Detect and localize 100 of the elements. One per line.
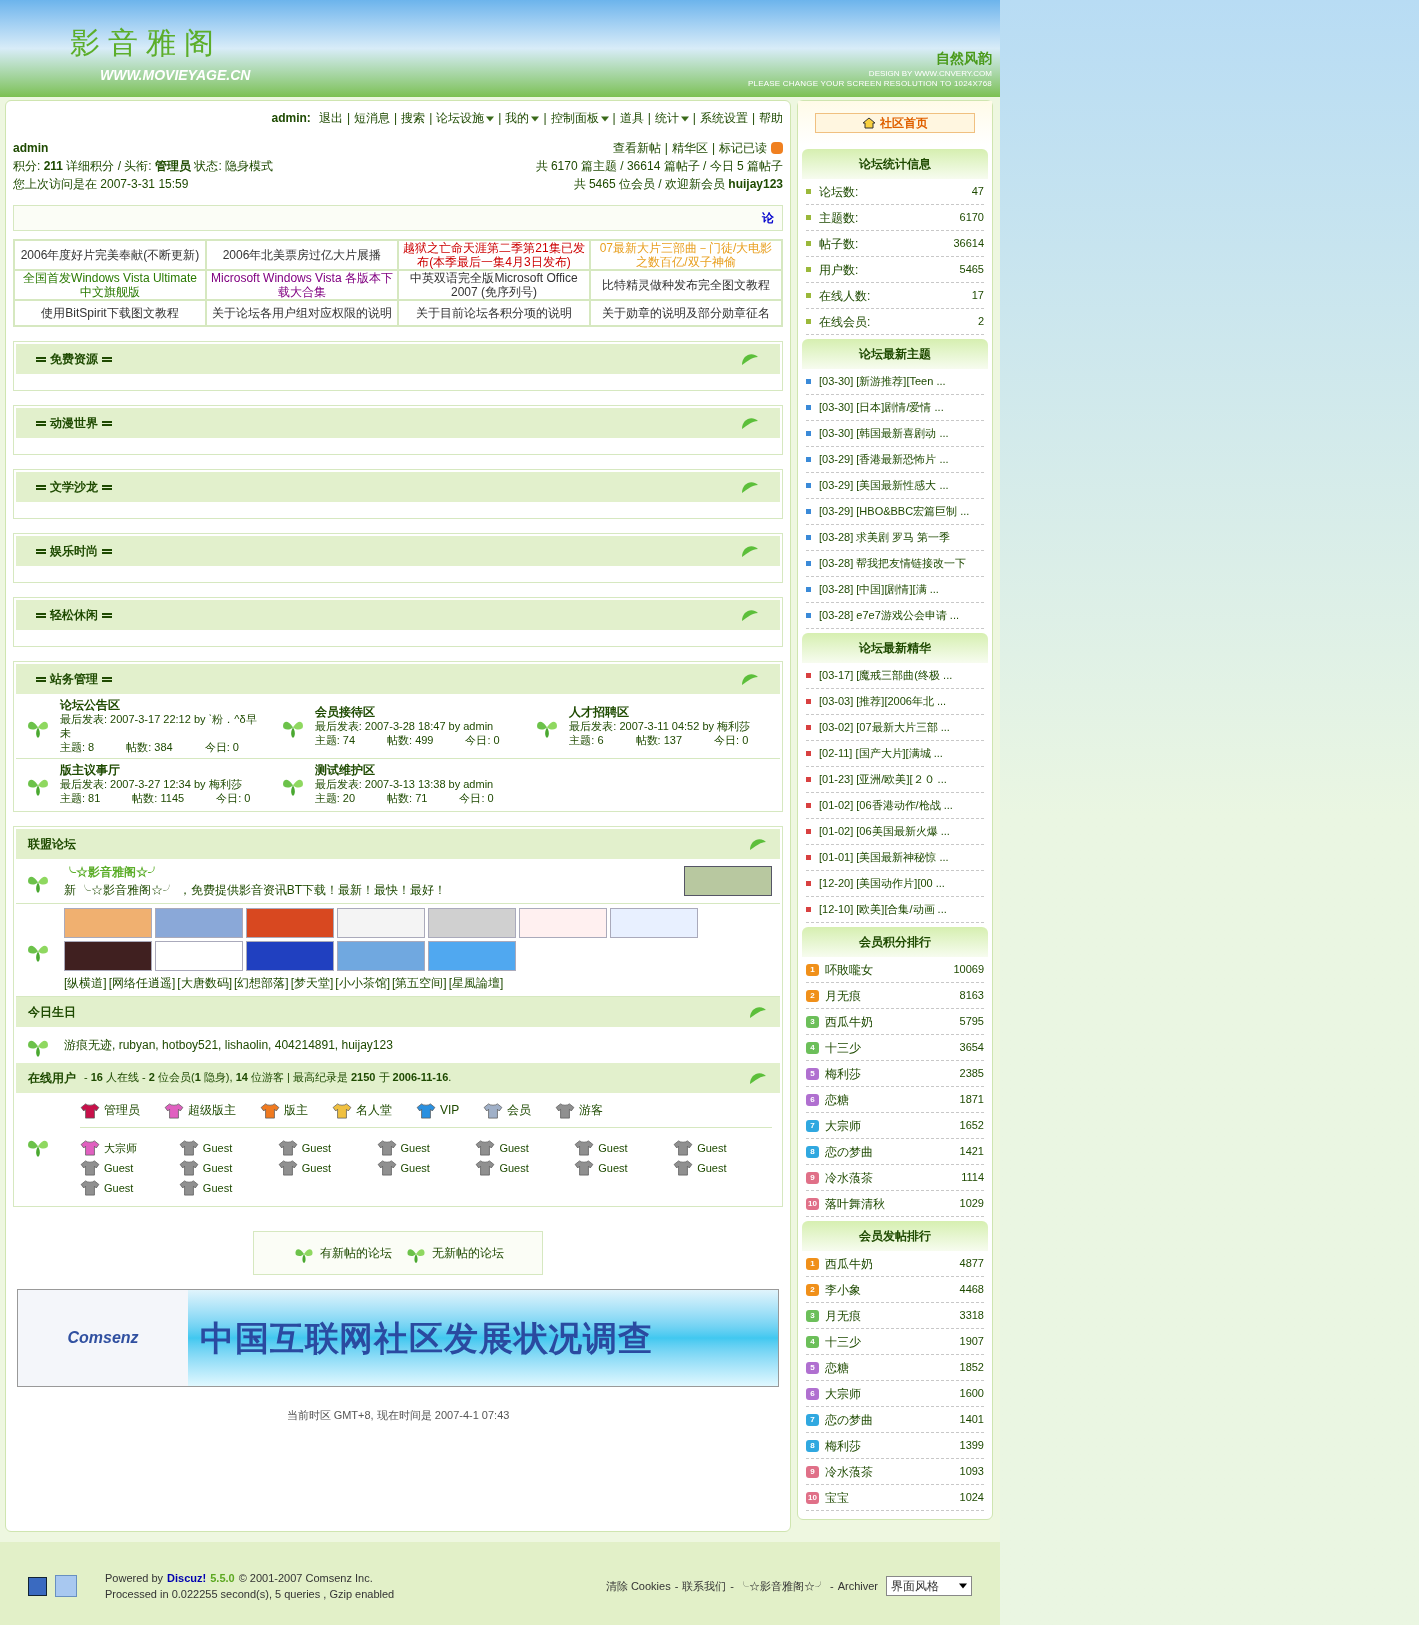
nav-link[interactable]: 搜索 bbox=[401, 109, 426, 127]
rss-icon[interactable] bbox=[771, 142, 783, 154]
online-user[interactable]: Guest bbox=[301, 1139, 332, 1156]
thread-link[interactable]: [03-28] e7e7游戏公会申请 ... bbox=[819, 607, 959, 624]
member-link[interactable]: 西瓜牛奶 bbox=[825, 1254, 873, 1273]
member-link[interactable]: 十三少 bbox=[825, 1038, 861, 1057]
online-user[interactable]: Guest bbox=[598, 1139, 628, 1156]
category-title[interactable]: 文学沙龙 bbox=[50, 478, 98, 496]
member-link[interactable]: 大宗师 bbox=[825, 1116, 861, 1135]
logo-placeholder[interactable] bbox=[684, 866, 772, 896]
survey-banner[interactable]: Comsenz 中国互联网社区发展状况调查 bbox=[17, 1289, 779, 1387]
nav-link[interactable]: 论坛设施 bbox=[436, 109, 495, 127]
thread-link[interactable]: [03-29] [HBO&BBC宏篇巨制 ... bbox=[819, 503, 970, 520]
online-user[interactable]: Guest bbox=[499, 1139, 529, 1156]
thread-link[interactable]: [03-30] [韩国最新喜剧动 ... bbox=[819, 425, 949, 442]
online-user[interactable]: Guest bbox=[400, 1139, 430, 1156]
thread-link[interactable]: [01-02] [06香港动作/枪战 ... bbox=[819, 797, 953, 814]
online-user[interactable]: Guest bbox=[598, 1159, 628, 1176]
footer-link[interactable]: 联系我们 bbox=[682, 1577, 727, 1595]
nav-link[interactable]: 短消息 bbox=[354, 109, 390, 127]
member-link[interactable]: 李小象 bbox=[825, 1280, 861, 1299]
online-user[interactable]: Guest bbox=[697, 1139, 727, 1156]
member-link[interactable]: 吥敗嚨女 bbox=[825, 960, 873, 979]
member-link[interactable]: 宝宝 bbox=[825, 1488, 849, 1507]
online-user[interactable]: Guest bbox=[202, 1159, 233, 1176]
thread-link[interactable]: [03-28] [中国][剧情][满 ... bbox=[819, 581, 939, 598]
thread-link[interactable]: [01-23] [亚洲/欧美][２０ ... bbox=[819, 771, 947, 788]
thread-link[interactable]: [03-28] 帮我把友情链接改一下 bbox=[819, 555, 967, 572]
nav-link[interactable]: 帮助 bbox=[759, 109, 783, 127]
category-title[interactable]: 动漫世界 bbox=[50, 414, 98, 432]
forum-link[interactable]: [幻想部落] bbox=[234, 974, 289, 992]
forum-link[interactable]: [网络任逍遥] bbox=[108, 974, 176, 992]
product-link[interactable]: Discuz! bbox=[167, 1569, 207, 1586]
nav-link[interactable]: 我的 bbox=[505, 109, 540, 127]
forum-link[interactable]: [大唐数码] bbox=[177, 974, 232, 992]
forum-title[interactable]: 会员接待区 bbox=[314, 705, 500, 719]
thread-link[interactable]: [12-20] [美国动作片][00 ... bbox=[819, 875, 945, 892]
forum-title[interactable]: 论坛公告区 bbox=[60, 698, 263, 712]
footer-link[interactable]: 清除 Cookies bbox=[605, 1577, 671, 1595]
online-user[interactable]: Guest bbox=[104, 1159, 134, 1176]
style-select[interactable]: 界面风格 bbox=[886, 1576, 972, 1596]
forum-link[interactable]: [梦天堂] bbox=[290, 974, 334, 992]
forum-link[interactable]: [星風論壇] bbox=[448, 974, 504, 992]
thread-link[interactable]: [03-17] [魔戒三部曲(终极 ... bbox=[819, 667, 953, 684]
forum-link[interactable]: [小小茶馆] bbox=[335, 974, 391, 992]
member-link[interactable]: 梅利莎 bbox=[825, 1064, 861, 1083]
thread-link[interactable]: [03-02] [07最新大片三部 ... bbox=[819, 719, 950, 736]
member-link[interactable]: 恋の梦曲 bbox=[825, 1142, 873, 1161]
member-link[interactable]: 十三少 bbox=[825, 1332, 861, 1351]
member-link[interactable]: 冷水蒗茶 bbox=[825, 1168, 873, 1187]
category-title[interactable]: 免费资源 bbox=[50, 350, 98, 368]
thread-link[interactable]: [02-11] [国产大片][满城 ... bbox=[819, 745, 943, 762]
member-link[interactable]: 梅利莎 bbox=[825, 1436, 861, 1455]
forum-title[interactable]: 人才招聘区 bbox=[569, 705, 751, 719]
board-link[interactable]: 标记已读 bbox=[719, 139, 767, 157]
nav-link[interactable]: 控制面板 bbox=[550, 109, 609, 127]
forum-link[interactable]: [纵横道] bbox=[64, 974, 107, 992]
member-link[interactable]: 大宗师 bbox=[825, 1384, 861, 1403]
member-link[interactable]: 恋の梦曲 bbox=[825, 1410, 873, 1429]
thread-link[interactable]: [01-01] [美国最新神秘惊 ... bbox=[819, 849, 949, 866]
member-link[interactable]: 月无痕 bbox=[825, 1306, 861, 1325]
online-user[interactable]: Guest bbox=[697, 1159, 727, 1176]
thread-link[interactable]: [03-29] [美国最新性感大 ... bbox=[819, 477, 949, 494]
category-title[interactable]: 娱乐时尚 bbox=[50, 542, 98, 560]
thread-link[interactable]: [01-02] [06美国最新火爆 ... bbox=[819, 823, 950, 840]
online-user[interactable]: Guest bbox=[301, 1159, 332, 1176]
footer-link[interactable]: ╰☆影音雅阁☆╯ bbox=[738, 1577, 826, 1595]
nav-link[interactable]: 道具 bbox=[619, 109, 644, 127]
thread-link[interactable]: [03-30] [新游推荐][Teen ... bbox=[819, 373, 946, 390]
thread-link[interactable]: [12-10] [欧美][合集/动画 ... bbox=[819, 901, 947, 918]
announcement-text[interactable]: 论 bbox=[762, 209, 774, 227]
forum-link[interactable]: [第五空间] bbox=[392, 974, 447, 992]
online-user[interactable]: Guest bbox=[104, 1179, 134, 1196]
member-link[interactable]: 西瓜牛奶 bbox=[825, 1012, 873, 1031]
member-link[interactable]: 恋糖 bbox=[825, 1358, 849, 1377]
nav-link[interactable]: 退出 bbox=[318, 109, 343, 127]
online-user[interactable]: 大宗师 bbox=[104, 1139, 137, 1156]
nav-link[interactable]: 统计 bbox=[654, 109, 689, 127]
thread-link[interactable]: [03-03] [推荐][2006年北 ... bbox=[819, 693, 947, 710]
thread-link[interactable]: [03-28] 求美剧 罗马 第一季 bbox=[819, 529, 951, 546]
link-banner[interactable] bbox=[64, 941, 152, 971]
online-user[interactable]: Guest bbox=[400, 1159, 430, 1176]
board-link[interactable]: 精华区 bbox=[671, 139, 708, 157]
online-user[interactable]: Guest bbox=[202, 1179, 233, 1196]
board-link[interactable]: 查看新帖 bbox=[612, 139, 661, 157]
member-link[interactable]: 恋糖 bbox=[825, 1090, 849, 1109]
link-banner[interactable] bbox=[246, 941, 334, 971]
thread-link[interactable]: [03-30] [日本]剧情/爱情 ... bbox=[819, 399, 944, 416]
category-title[interactable]: 轻松休闲 bbox=[50, 606, 98, 624]
forum-title[interactable]: 版主议事厅 bbox=[60, 763, 251, 777]
member-link[interactable]: 冷水蒗茶 bbox=[825, 1462, 873, 1481]
member-link[interactable]: 落叶舞清秋 bbox=[825, 1194, 885, 1213]
thread-link[interactable]: [03-29] [香港最新恐怖片 ... bbox=[819, 451, 949, 468]
online-user[interactable]: Guest bbox=[202, 1139, 233, 1156]
nav-link[interactable]: 系统设置 bbox=[699, 109, 748, 127]
category-title[interactable]: 站务管理 bbox=[50, 670, 98, 688]
footer-link[interactable]: Archiver bbox=[837, 1577, 878, 1595]
member-link[interactable]: 月无痕 bbox=[825, 986, 861, 1005]
online-user[interactable]: Guest bbox=[499, 1159, 529, 1176]
forum-title[interactable]: 测试维护区 bbox=[314, 763, 494, 777]
